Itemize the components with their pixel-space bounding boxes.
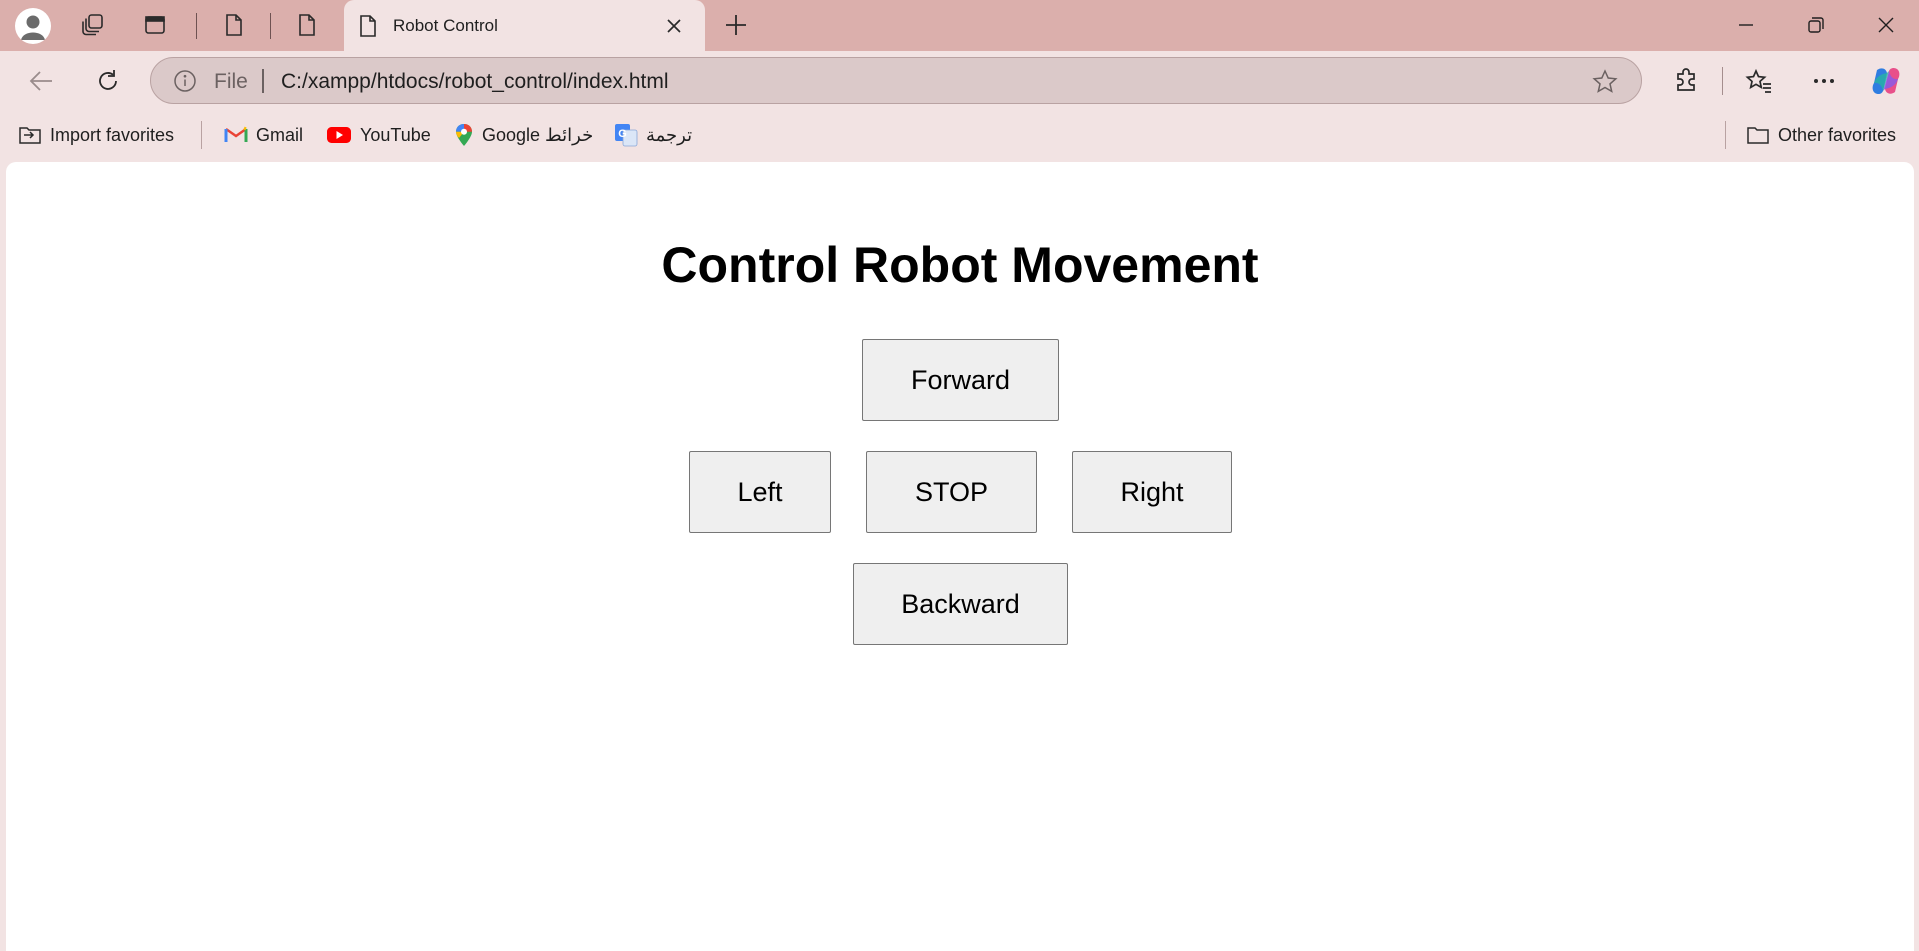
bookmark-label: Gmail bbox=[256, 124, 304, 145]
address-divider bbox=[262, 69, 264, 93]
svg-text:G: G bbox=[618, 128, 627, 140]
back-arrow-icon[interactable] bbox=[21, 61, 61, 101]
tab-separator bbox=[196, 13, 197, 39]
new-tab-button[interactable] bbox=[716, 6, 756, 44]
minimize-window-icon[interactable] bbox=[1726, 6, 1766, 44]
google-translate-icon: G bbox=[615, 124, 638, 147]
tab-title: Robot Control bbox=[393, 16, 498, 35]
restore-window-icon[interactable] bbox=[1796, 6, 1836, 44]
address-bar[interactable]: File C:/xampp/htdocs/robot_control/index… bbox=[150, 57, 1642, 104]
youtube-icon bbox=[327, 127, 351, 143]
gmail-icon bbox=[224, 126, 248, 142]
bookmark-other-favorites[interactable]: Other favorites bbox=[1746, 123, 1896, 147]
site-info-icon[interactable] bbox=[173, 69, 197, 93]
bookmark-google-maps[interactable]: Google خرائط bbox=[454, 123, 593, 147]
tab-close-icon[interactable] bbox=[660, 12, 688, 40]
tab-page-icon[interactable] bbox=[287, 6, 327, 44]
left-button[interactable]: Left bbox=[689, 451, 831, 533]
bookmark-gmail[interactable]: Gmail bbox=[224, 123, 303, 147]
bookmark-import-favorites[interactable]: Import favorites bbox=[18, 123, 174, 147]
bookmarks-bar: Import favorites Gmail YouTube Google خر… bbox=[0, 111, 1919, 159]
copilot-icon[interactable] bbox=[1866, 61, 1906, 101]
browser-toolbar: File C:/xampp/htdocs/robot_control/index… bbox=[0, 51, 1919, 111]
backward-button[interactable]: Backward bbox=[853, 563, 1068, 645]
title-bar: Robot Control bbox=[0, 0, 1919, 51]
scheme-label: File bbox=[214, 70, 248, 93]
close-window-icon[interactable] bbox=[1866, 6, 1906, 44]
vertical-tabs-icon[interactable] bbox=[135, 6, 175, 44]
page-viewport: Control Robot Movement Forward Left STOP… bbox=[6, 162, 1914, 951]
folder-icon bbox=[1747, 127, 1769, 144]
tab-separator bbox=[270, 13, 271, 39]
favorite-star-icon[interactable] bbox=[1591, 68, 1619, 96]
import-folder-icon bbox=[19, 127, 41, 144]
page-icon bbox=[360, 15, 376, 37]
workspaces-icon[interactable] bbox=[73, 6, 113, 44]
stop-button[interactable]: STOP bbox=[866, 451, 1037, 533]
favorites-icon[interactable] bbox=[1739, 61, 1779, 101]
bookmark-youtube[interactable]: YouTube bbox=[326, 123, 431, 147]
page-heading: Control Robot Movement bbox=[661, 237, 1259, 293]
tab-page-icon[interactable] bbox=[214, 6, 254, 44]
extensions-icon[interactable] bbox=[1666, 61, 1706, 101]
more-options-icon[interactable] bbox=[1804, 61, 1844, 101]
right-button[interactable]: Right bbox=[1072, 451, 1232, 533]
toolbar-separator bbox=[1722, 67, 1723, 95]
bookmark-separator bbox=[201, 121, 202, 149]
profile-avatar-icon[interactable] bbox=[15, 8, 51, 44]
bookmark-label: Other favorites bbox=[1778, 124, 1897, 145]
url-text[interactable]: C:/xampp/htdocs/robot_control/index.html bbox=[281, 70, 669, 94]
forward-button[interactable]: Forward bbox=[862, 339, 1059, 421]
bookmark-label: YouTube bbox=[360, 124, 431, 145]
google-maps-icon bbox=[456, 124, 472, 146]
bookmark-label: Google خرائط bbox=[482, 124, 594, 145]
tab-robot-control[interactable]: Robot Control bbox=[344, 0, 705, 51]
bookmark-label: ترجمة bbox=[646, 124, 693, 145]
bookmark-translate[interactable]: G ترجمة bbox=[614, 123, 692, 147]
bookmark-separator bbox=[1725, 121, 1726, 149]
bookmark-label: Import favorites bbox=[50, 124, 175, 145]
refresh-icon[interactable] bbox=[88, 61, 128, 101]
